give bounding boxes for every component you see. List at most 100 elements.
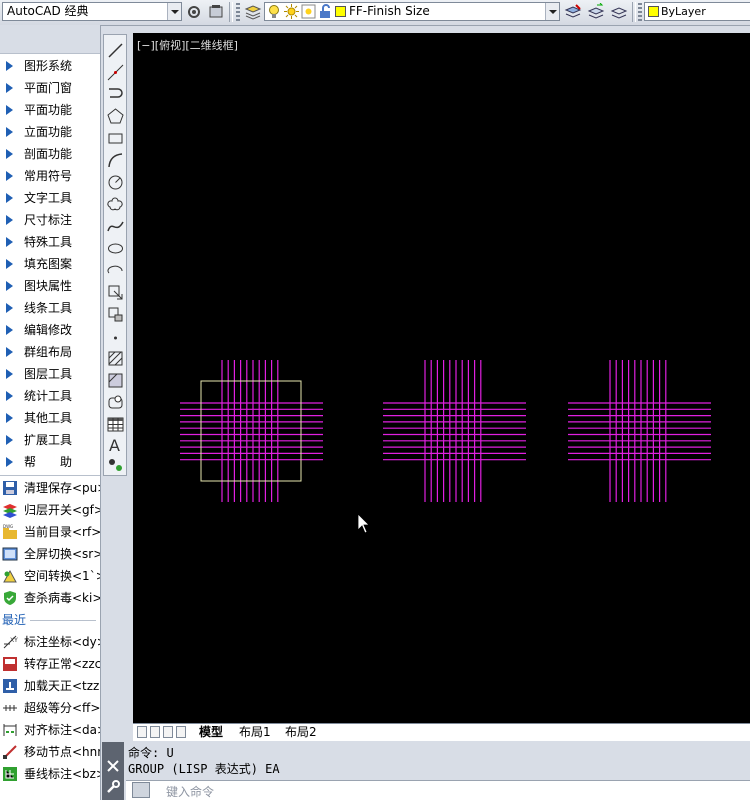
menu-item[interactable]: 平面功能 (0, 99, 100, 121)
menu-item[interactable]: 统计工具 (0, 385, 100, 407)
layer-name: FF-Finish Size (349, 4, 430, 18)
toolbar-grip[interactable] (638, 3, 642, 21)
triangle-right-icon (6, 83, 13, 93)
menu-item[interactable]: 图层工具 (0, 363, 100, 385)
circle-icon[interactable] (106, 173, 125, 192)
menu-item[interactable]: 平面门窗 (0, 77, 100, 99)
divide-icon (3, 705, 17, 711)
polyline-icon[interactable] (106, 85, 125, 104)
command-item[interactable]: 垂线标注<bz> (0, 763, 100, 785)
polygon-icon[interactable] (106, 107, 125, 126)
command-item[interactable]: 清理保存<pu> (0, 477, 100, 499)
menu-item[interactable]: 群组布局 (0, 341, 100, 363)
triangle-right-icon (6, 193, 13, 203)
menu-item[interactable]: 图块属性 (0, 275, 100, 297)
make-current-layer-icon[interactable] (564, 3, 582, 21)
workspace-settings-icon[interactable] (207, 3, 225, 21)
coordinate-dimension-icon: XY (3, 635, 18, 649)
prev-tab-button[interactable] (150, 726, 160, 738)
next-tab-button[interactable] (163, 726, 173, 738)
sun-icon[interactable] (284, 4, 299, 19)
triangle-right-icon (6, 457, 13, 467)
command-item[interactable]: 对齐标注<da> (0, 719, 100, 741)
menu-item[interactable]: 剖面功能 (0, 143, 100, 165)
palette-divider (0, 475, 100, 476)
color-value: ByLayer (661, 5, 706, 18)
command-item[interactable]: DWG 当前目录<rf> (0, 521, 100, 543)
command-item[interactable]: XY 标注坐标<dy> (0, 631, 100, 653)
spline-icon[interactable] (106, 217, 125, 236)
menu-item[interactable]: 图形系统 (0, 55, 100, 77)
wrench-icon[interactable] (106, 780, 120, 794)
command-item[interactable]: 加载天正<tzz (0, 675, 100, 697)
selection-box[interactable] (200, 380, 302, 482)
palette-header (0, 25, 100, 54)
drawing-canvas[interactable] (133, 33, 750, 723)
layer-previous-icon[interactable] (587, 3, 605, 21)
first-tab-button[interactable] (137, 726, 147, 738)
tab-model[interactable]: 模型 (193, 724, 230, 740)
chevron-down-icon[interactable] (167, 3, 181, 20)
command-prompt-icon[interactable] (132, 782, 150, 798)
last-tab-button[interactable] (176, 726, 186, 738)
space-convert-icon (3, 569, 17, 583)
command-item[interactable]: 超级等分<ff> (0, 697, 100, 719)
insert-block-icon[interactable] (106, 283, 125, 302)
gradient-icon[interactable] (106, 371, 125, 390)
menu-item[interactable]: 编辑修改 (0, 319, 100, 341)
menu-item[interactable]: 立面功能 (0, 121, 100, 143)
menu-item[interactable]: 填充图案 (0, 253, 100, 275)
make-block-icon[interactable] (106, 305, 125, 324)
command-item[interactable]: 全屏切换<sr> (0, 543, 100, 565)
tab-layout2[interactable]: 布局2 (279, 724, 323, 740)
table-icon[interactable] (106, 415, 125, 434)
command-input[interactable]: 键入命令 (126, 780, 750, 800)
region-icon[interactable] (106, 393, 125, 412)
svg-text:XY: XY (10, 637, 18, 644)
command-line-handle[interactable] (102, 742, 124, 800)
arc-icon[interactable] (106, 151, 125, 170)
shield-icon (4, 591, 16, 605)
sun-viewport-icon[interactable] (301, 4, 316, 19)
layer-select[interactable]: FF-Finish Size (264, 2, 560, 21)
rectangle-icon[interactable] (106, 129, 125, 148)
toolbar-separator (632, 2, 636, 22)
menu-item[interactable]: 文字工具 (0, 187, 100, 209)
gear-icon[interactable] (185, 3, 203, 21)
close-icon[interactable] (107, 760, 119, 772)
menu-item[interactable]: 尺寸标注 (0, 209, 100, 231)
workspace-select[interactable]: AutoCAD 经典 (2, 2, 182, 21)
unlock-icon[interactable] (319, 4, 332, 19)
command-item[interactable]: 归层开关<gf> (0, 499, 100, 521)
line-icon[interactable] (106, 41, 125, 60)
chevron-down-icon[interactable] (545, 3, 559, 20)
menu-item[interactable]: 常用符号 (0, 165, 100, 187)
lightbulb-icon[interactable] (268, 4, 280, 19)
command-line-panel: 命令: U GROUP (LISP 表达式) EA 键入命令 (102, 742, 750, 800)
ellipse-arc-icon[interactable] (106, 261, 125, 280)
construction-line-icon[interactable] (106, 63, 125, 82)
command-item[interactable]: 转存正常<zzc (0, 653, 100, 675)
menu-item[interactable]: 其他工具 (0, 407, 100, 429)
point-icon[interactable] (106, 327, 125, 346)
text-icon[interactable]: A (106, 435, 125, 454)
add-selected-icon[interactable] (106, 455, 125, 474)
toolbar-grip[interactable] (236, 3, 240, 21)
menu-item[interactable]: 帮 助 (0, 451, 100, 473)
ellipse-icon[interactable] (106, 239, 125, 258)
load-plugin-icon (3, 679, 17, 693)
command-item[interactable]: 移动节点<hnn (0, 741, 100, 763)
layer-properties-icon[interactable] (244, 3, 262, 21)
layer-states-icon[interactable] (610, 3, 628, 21)
menu-item[interactable]: 特殊工具 (0, 231, 100, 253)
command-item[interactable]: 空间转换<1`> (0, 565, 100, 587)
drawing-viewport[interactable]: [−][俯视][二维线框] (133, 33, 750, 723)
color-select[interactable]: ByLayer (644, 2, 750, 21)
menu-item[interactable]: 线条工具 (0, 297, 100, 319)
command-item[interactable]: 查杀病毒<ki> (0, 587, 100, 609)
tab-layout1[interactable]: 布局1 (233, 724, 277, 740)
save-icon (3, 481, 17, 495)
menu-item[interactable]: 扩展工具 (0, 429, 100, 451)
revision-cloud-icon[interactable] (106, 195, 125, 214)
hatch-icon[interactable] (106, 349, 125, 368)
